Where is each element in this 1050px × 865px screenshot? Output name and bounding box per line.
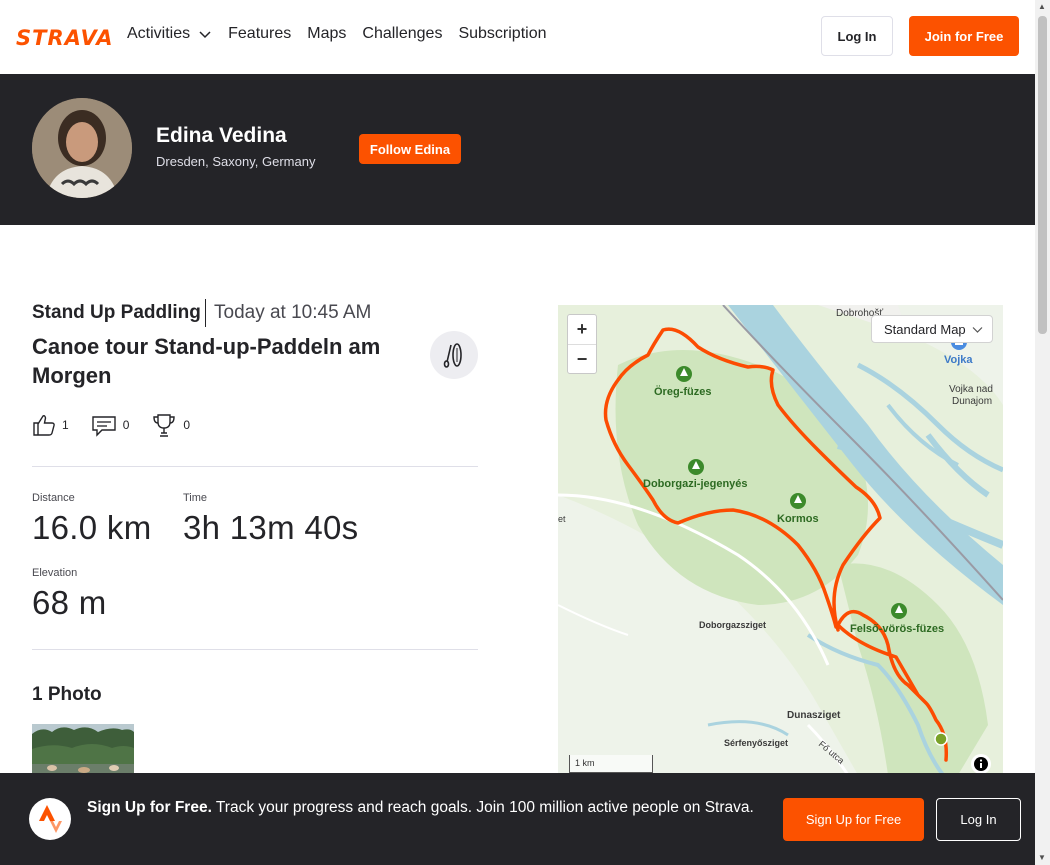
svg-text:et: et <box>558 514 566 524</box>
map-canvas: Dobrohošť Vojka Vojka nad Dunajom Öreg-f… <box>558 305 1003 775</box>
login-button[interactable]: Log In <box>821 16 893 56</box>
comments-button[interactable]: 0 <box>91 413 130 437</box>
activity-title: Canoe tour Stand-up-Paddeln am Morgen <box>32 334 381 388</box>
time-value: 3h 13m 40s <box>183 509 359 546</box>
svg-text:Vojka: Vojka <box>944 354 973 366</box>
chevron-down-icon <box>199 31 211 39</box>
scroll-down-arrow-icon[interactable]: ▼ <box>1038 853 1046 862</box>
sup-sport-icon <box>430 331 478 379</box>
kudos-count: 1 <box>62 418 69 432</box>
banner-login-button[interactable]: Log In <box>936 798 1021 841</box>
divider <box>32 649 478 650</box>
svg-text:Felső-vörös-füzes: Felső-vörös-füzes <box>850 623 944 635</box>
strava-logo-icon <box>29 798 71 840</box>
top-navigation: STRAVA Activities Features Maps Challeng… <box>0 0 1035 74</box>
divider <box>32 466 478 467</box>
svg-text:Doborgazi-jegenyés: Doborgazi-jegenyés <box>643 478 748 490</box>
follow-button[interactable]: Follow Edina <box>359 134 461 164</box>
strava-logo[interactable]: STRAVA <box>16 26 114 50</box>
banner-text: Sign Up for Free. Track your progress an… <box>87 797 767 819</box>
map-style-select[interactable]: Standard Map <box>871 315 993 343</box>
svg-text:Kormos: Kormos <box>777 513 819 525</box>
achievements-button[interactable]: 0 <box>151 412 190 438</box>
svg-text:Öreg-füzes: Öreg-füzes <box>654 385 711 398</box>
nav-subscription[interactable]: Subscription <box>458 25 546 43</box>
activity-time: Today at 10:45 AM <box>214 302 372 323</box>
scroll-thumb[interactable] <box>1038 16 1047 334</box>
map-style-label: Standard Map <box>884 321 966 337</box>
trophy-icon <box>153 414 176 437</box>
achievements-count: 0 <box>183 418 191 432</box>
svg-text:Dunajom: Dunajom <box>952 396 992 407</box>
map-scale: 1 km <box>569 755 653 773</box>
thumbs-up-icon <box>33 415 55 436</box>
svg-text:Doborgazsziget: Doborgazsziget <box>699 620 766 630</box>
signup-banner: Sign Up for Free. Track your progress an… <box>0 773 1035 865</box>
page-scrollbar[interactable]: ▲ ▼ <box>1035 0 1050 865</box>
activity-type: Stand Up Paddling <box>32 302 201 323</box>
join-button[interactable]: Join for Free <box>909 16 1019 56</box>
chevron-down-icon <box>972 327 983 333</box>
kudos-button[interactable]: 1 <box>32 413 69 437</box>
athlete-name[interactable]: Edina Vedina <box>156 124 287 148</box>
zoom-out-button[interactable]: − <box>568 345 596 374</box>
comments-count: 0 <box>122 418 130 432</box>
nav-maps[interactable]: Maps <box>307 25 346 43</box>
info-icon[interactable] <box>971 754 991 774</box>
avatar[interactable] <box>32 98 132 198</box>
athlete-location: Dresden, Saxony, Germany <box>156 154 316 169</box>
athlete-header: Edina Vedina Dresden, Saxony, Germany Fo… <box>0 74 1035 225</box>
banner-bold: Sign Up for Free. <box>87 799 212 816</box>
zoom-control: + − <box>567 314 597 374</box>
zoom-in-button[interactable]: + <box>568 315 596 344</box>
divider <box>205 299 206 327</box>
banner-body: Track your progress and reach goals. Joi… <box>211 799 754 816</box>
banner-signup-button[interactable]: Sign Up for Free <box>783 798 924 841</box>
nav-links: Activities Features Maps Challenges Subs… <box>127 25 563 43</box>
svg-text:Sérfenyősziget: Sérfenyősziget <box>724 738 788 748</box>
route-map[interactable]: Dobrohošť Vojka Vojka nad Dunajom Öreg-f… <box>558 305 1003 775</box>
distance-label: Distance <box>32 492 75 504</box>
comment-icon <box>91 416 116 437</box>
social-actions: 1 0 0 <box>32 412 212 438</box>
nav-activities-label: Activities <box>127 25 191 42</box>
photos-heading: 1 Photo <box>32 684 102 705</box>
nav-challenges[interactable]: Challenges <box>362 25 442 43</box>
nav-features[interactable]: Features <box>228 25 291 43</box>
elevation-label: Elevation <box>32 567 78 579</box>
elevation-value: 68 m <box>32 584 107 621</box>
svg-text:Vojka nad: Vojka nad <box>949 384 993 395</box>
scroll-up-arrow-icon[interactable]: ▲ <box>1038 2 1046 11</box>
svg-text:Dunasziget: Dunasziget <box>787 710 841 721</box>
nav-activities[interactable]: Activities <box>127 25 212 43</box>
time-label: Time <box>183 492 208 504</box>
distance-value: 16.0 km <box>32 509 152 546</box>
